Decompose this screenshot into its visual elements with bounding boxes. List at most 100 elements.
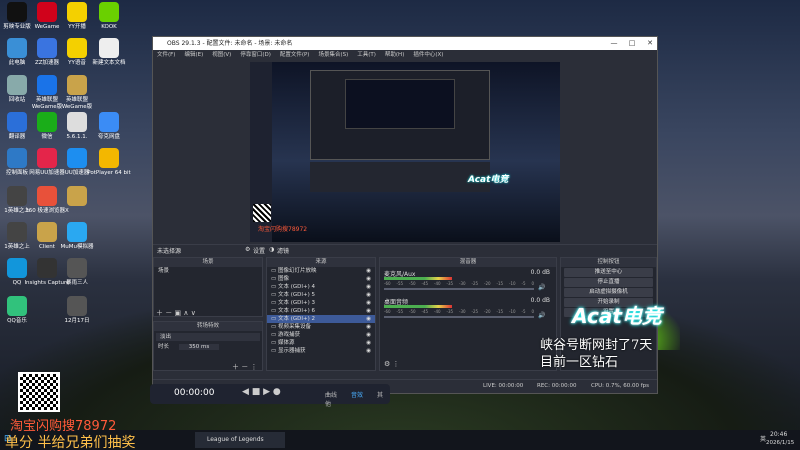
duration-input[interactable]: 350 ms: [178, 344, 220, 350]
desktop-icon[interactable]: PotPlayer 64 bit: [86, 148, 132, 177]
volume-meter: [384, 277, 452, 280]
control-button[interactable]: 启动虚拟摄像机: [564, 288, 653, 297]
source-item[interactable]: ▭ 游戏捕获 ◉: [267, 331, 375, 339]
desktop-icon-label: 夸克网盘: [97, 134, 120, 140]
eye-icon[interactable]: ◉: [366, 267, 371, 275]
caption-line-2: 目前一区钻石: [540, 355, 619, 370]
menu-item[interactable]: 文件(F): [157, 52, 175, 58]
remove-icon[interactable]: －: [241, 363, 248, 371]
down-icon[interactable]: ∨: [191, 309, 196, 317]
preview-canvas[interactable]: Acat电竞 淘宝闪购搜78972: [250, 62, 560, 242]
minimize-button[interactable]: —: [605, 37, 623, 50]
source-label: 文本 (GDI+) 4: [277, 284, 315, 290]
up-icon[interactable]: ∧: [183, 309, 188, 317]
source-label: 文本 (GDI+) 5: [277, 292, 315, 298]
desktop-icon[interactable]: MuMu模拟器: [54, 222, 100, 251]
player-controls[interactable]: ◀ ■ ▶ ●: [242, 387, 281, 397]
desktop-icon[interactable]: 暴雨三人: [54, 258, 100, 287]
taskbar-task-lol[interactable]: League of Legends: [195, 432, 285, 448]
source-label: 显示器捕获: [277, 348, 306, 354]
source-item[interactable]: ▭ 文本 (GDI+) 2 ◉: [267, 315, 375, 323]
volume-slider[interactable]: [384, 316, 534, 318]
eye-icon[interactable]: ◉: [366, 323, 371, 331]
preview-nested-obs: [310, 70, 490, 160]
desktop-icon[interactable]: [54, 186, 100, 208]
add-icon[interactable]: ＋: [156, 309, 163, 317]
meter-ticks: -60 -55 -50 -45 -40 -35 -30 -25 -20 -15 -10 -5 0: [384, 281, 534, 286]
remove-icon[interactable]: －: [165, 309, 172, 317]
menu-item[interactable]: 编辑(E): [184, 52, 203, 58]
app-icon: [67, 75, 87, 95]
task-label: League of Legends: [207, 436, 264, 443]
mixer-channel: 桌面音频 0.0 dB -60 -55 -50 -45 -40 -35 -30 -25 -20 -15…: [380, 295, 556, 323]
speaker-icon[interactable]: 🔊: [538, 312, 545, 319]
menu-item[interactable]: 帮助(H): [385, 52, 404, 58]
eye-icon[interactable]: ◉: [366, 283, 371, 291]
filter-icon[interactable]: ◑: [269, 246, 274, 253]
app-icon: [67, 258, 87, 278]
speaker-icon[interactable]: 🔊: [538, 284, 545, 291]
media-player-bar: 00:00:00 ◀ ■ ▶ ● 曲线 音效 其他: [150, 384, 390, 408]
eye-icon[interactable]: ◉: [366, 307, 371, 315]
transition-toolbar: ＋ － ⋮: [232, 362, 257, 372]
preview-qr-code: [253, 204, 271, 222]
source-item[interactable]: ▭ 文本 (GDI+) 6 ◉: [267, 307, 375, 315]
player-time: 00:00:00: [174, 388, 215, 398]
eye-icon[interactable]: ◉: [366, 315, 371, 323]
channel-db: 0.0 dB: [530, 269, 550, 276]
menu-item[interactable]: 场景集合(S): [318, 52, 348, 58]
filter-icon[interactable]: ▣: [174, 309, 181, 317]
add-icon[interactable]: ＋: [232, 363, 239, 371]
source-item[interactable]: ▭ 文本 (GDI+) 5 ◉: [267, 291, 375, 299]
desktop-icon[interactable]: 新建文本文档: [86, 38, 132, 67]
eye-icon[interactable]: ◉: [366, 299, 371, 307]
volume-slider[interactable]: [384, 288, 534, 290]
source-item[interactable]: ▭ 文本 (GDI+) 3 ◉: [267, 299, 375, 307]
qr-code: [18, 372, 60, 412]
desktop-icon[interactable]: QQ音乐: [0, 296, 40, 325]
menu-item[interactable]: 停靠窗口(D): [240, 52, 271, 58]
eye-icon[interactable]: ◉: [366, 331, 371, 339]
gear-icon[interactable]: ⚙: [245, 246, 250, 253]
source-item[interactable]: ▭ 图像幻灯片放映 ◉: [267, 267, 375, 275]
eye-icon[interactable]: ◉: [366, 275, 371, 283]
eye-icon[interactable]: ◉: [366, 339, 371, 347]
desktop-icon-label: 英雄联盟WeGame版: [61, 97, 93, 110]
source-type-icon: ▭: [271, 316, 278, 322]
rec-status: REC: 00:00:00: [537, 383, 577, 389]
menu-icon[interactable]: ⋮: [393, 360, 400, 368]
gear-icon[interactable]: ⚙: [384, 360, 390, 368]
menu-item[interactable]: 插件中心(X): [413, 52, 443, 58]
desktop-icon[interactable]: KOOK: [86, 2, 132, 31]
controls-header: 控制按钮: [561, 258, 656, 267]
app-icon: [99, 148, 119, 168]
desktop-icon[interactable]: 英雄联盟WeGame版: [54, 75, 100, 111]
desktop-icon-label: PotPlayer 64 bit: [87, 170, 131, 176]
control-button[interactable]: 停止直播: [564, 278, 653, 287]
source-item[interactable]: ▭ 媒体源 ◉: [267, 339, 375, 347]
transition-duration-row: 时长 350 ms: [154, 343, 262, 351]
player-tab[interactable]: 曲线: [325, 392, 337, 399]
cpu-status: CPU: 0.7%, 60.00 fps: [591, 383, 650, 389]
control-button[interactable]: 推送至中心: [564, 268, 653, 277]
player-tab[interactable]: 音效: [351, 392, 363, 399]
scene-item[interactable]: 场景: [154, 267, 262, 275]
desktop-icon[interactable]: 夸克网盘: [86, 112, 132, 141]
menu-item[interactable]: 工具(T): [357, 52, 376, 58]
menu-item[interactable]: 配置文件(P): [280, 52, 310, 58]
eye-icon[interactable]: ◉: [366, 347, 371, 355]
menu-item[interactable]: 视图(V): [212, 52, 231, 58]
transition-type-select[interactable]: 淡出: [156, 333, 260, 341]
maximize-button[interactable]: □: [623, 37, 641, 50]
source-item[interactable]: ▭ 文本 (GDI+) 4 ◉: [267, 283, 375, 291]
source-item[interactable]: ▭ 显示器捕获 ◉: [267, 347, 375, 355]
eye-icon[interactable]: ◉: [366, 291, 371, 299]
source-type-icon: ▭: [271, 348, 278, 354]
filters-button[interactable]: 滤镜: [277, 246, 289, 255]
menu-icon[interactable]: ⋮: [250, 363, 257, 371]
properties-button[interactable]: 设置: [253, 246, 265, 255]
source-item[interactable]: ▭ 图像 ◉: [267, 275, 375, 283]
source-item[interactable]: ▭ 视频采集设备 ◉: [267, 323, 375, 331]
desktop-icon[interactable]: 12月17日: [54, 296, 100, 325]
close-button[interactable]: ✕: [641, 37, 659, 50]
